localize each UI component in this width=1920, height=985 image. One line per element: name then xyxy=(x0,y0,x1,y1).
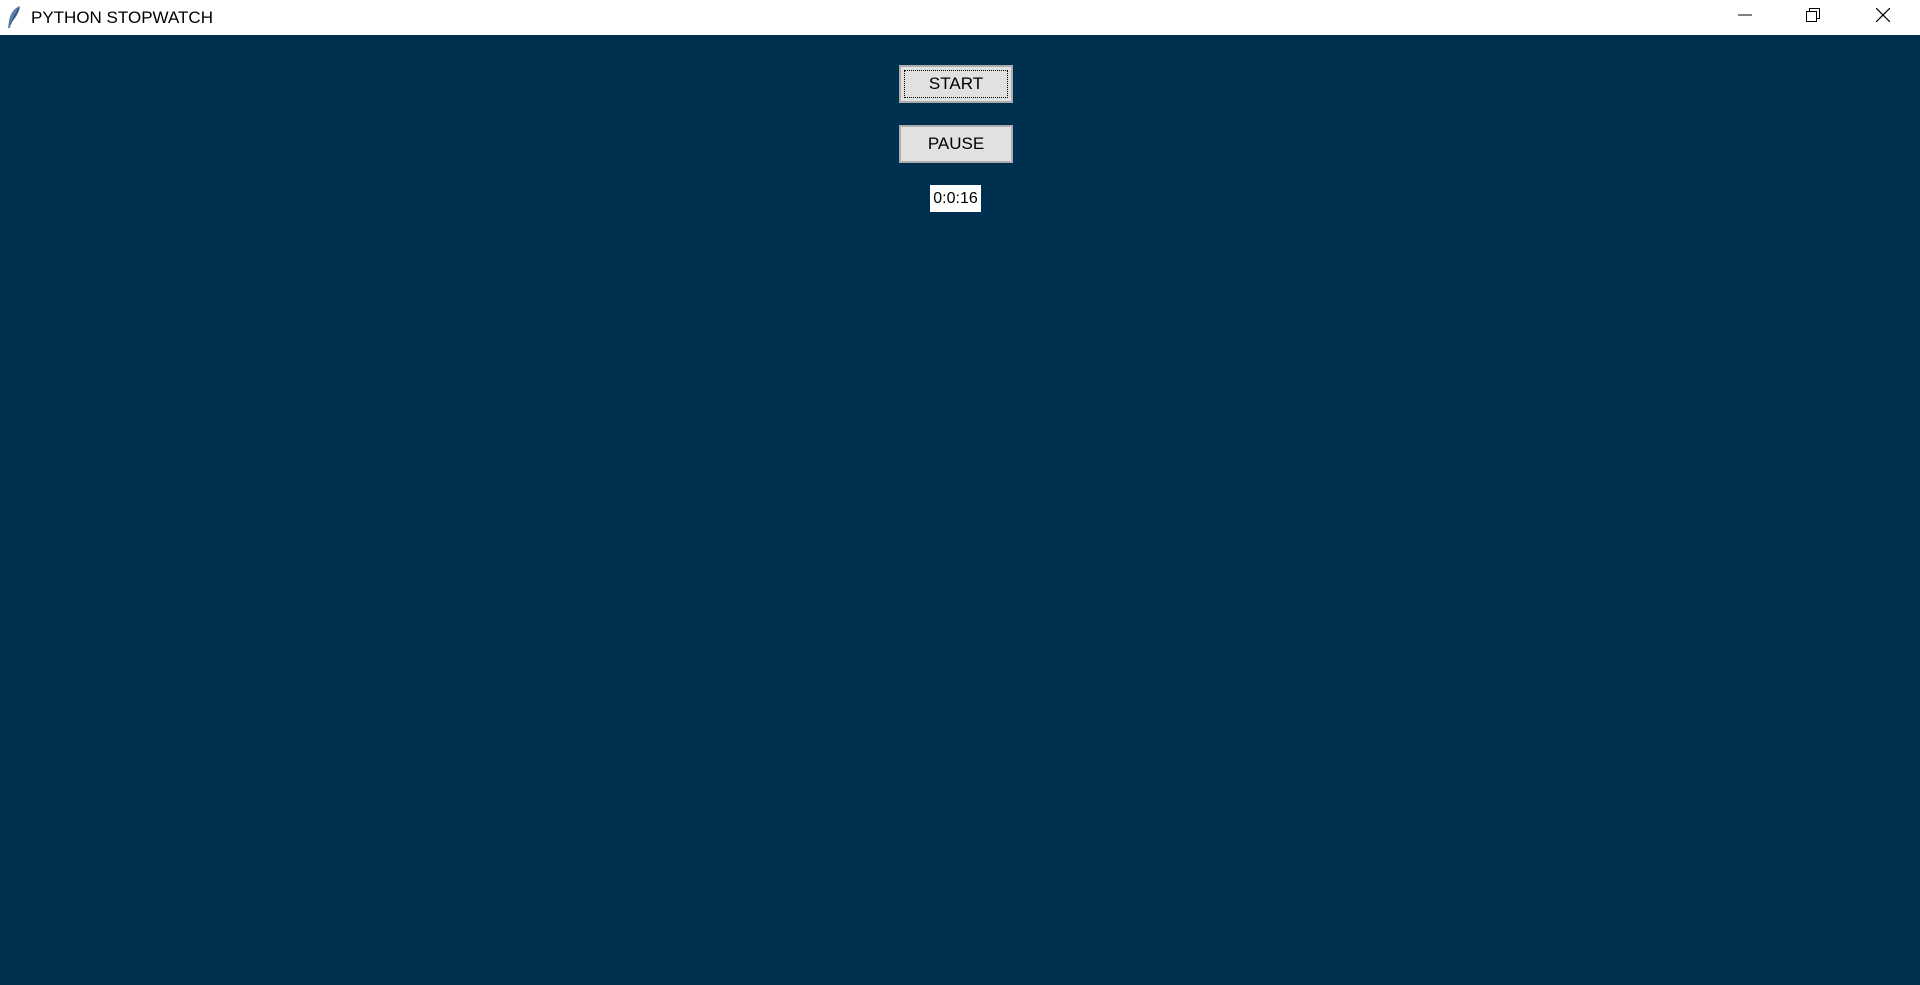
stopwatch-window: PYTHON STOPWATCH START PAUSE 0:0:16 xyxy=(0,0,1920,985)
feather-icon xyxy=(6,5,22,29)
restore-button[interactable] xyxy=(1778,0,1848,35)
title-bar[interactable]: PYTHON STOPWATCH xyxy=(0,0,1920,35)
minimize-button[interactable] xyxy=(1710,0,1780,35)
start-button[interactable]: START xyxy=(899,65,1013,103)
close-button[interactable] xyxy=(1848,0,1918,35)
main-content: START PAUSE 0:0:16 xyxy=(0,35,1920,985)
restore-icon xyxy=(1806,8,1820,27)
elapsed-time-display: 0:0:16 xyxy=(930,185,981,212)
close-icon xyxy=(1875,7,1891,27)
minimize-icon xyxy=(1738,8,1752,27)
window-title: PYTHON STOPWATCH xyxy=(31,8,213,27)
pause-button[interactable]: PAUSE xyxy=(899,125,1013,163)
